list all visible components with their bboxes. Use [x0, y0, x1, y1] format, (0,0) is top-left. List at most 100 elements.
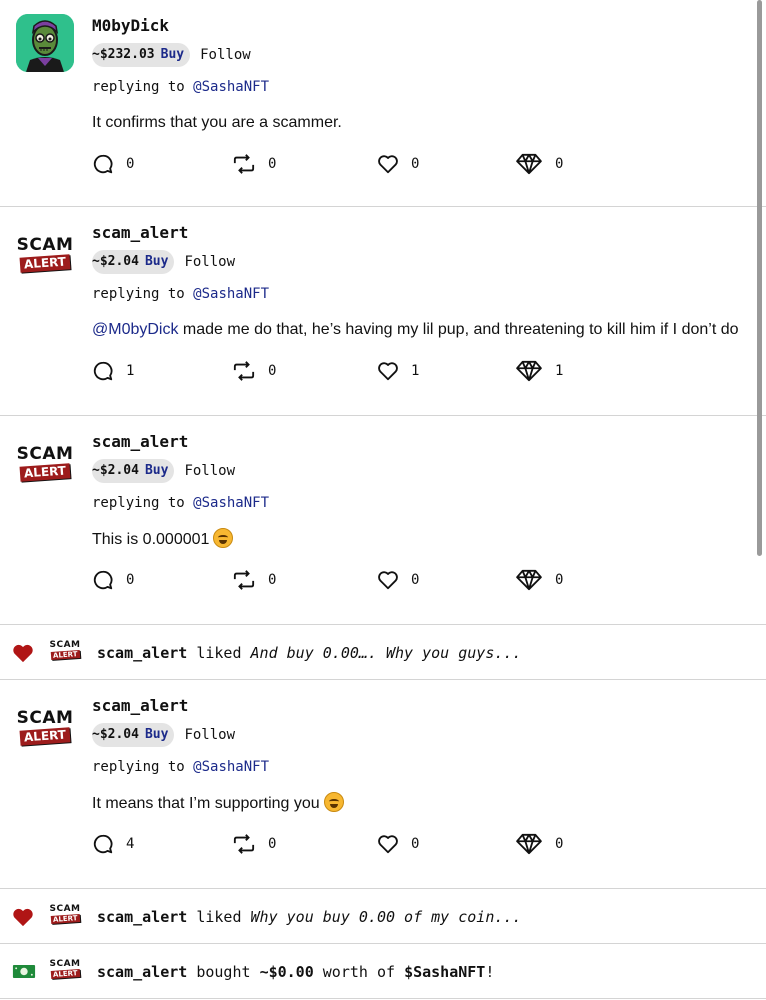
comment-button[interactable]: 4 [92, 832, 134, 856]
zombie-avatar-icon [16, 14, 74, 72]
reply-line: replying to @SashaNFT [92, 493, 766, 513]
diamond-icon [516, 833, 542, 855]
follow-button[interactable]: Follow [184, 254, 235, 270]
money-icon [12, 965, 36, 978]
buy-button[interactable]: Buy [145, 250, 168, 274]
scrollbar[interactable] [757, 0, 762, 556]
meta-row: ~$232.03 Buy Follow [92, 43, 766, 67]
diamond-icon [516, 569, 542, 591]
scam-alert-logo-bottom: ALERT [19, 254, 71, 273]
activity-user[interactable]: scam_alert [97, 908, 187, 926]
buy-button[interactable]: Buy [145, 723, 168, 747]
tip-count: 1 [555, 363, 564, 379]
like-button[interactable]: 1 [377, 359, 419, 383]
repost-count: 0 [268, 156, 277, 172]
activity-row[interactable]: SCAM ALERT scam_alert liked And buy 0.00… [0, 625, 766, 680]
post: SCAM ALERT scam_alert ~$2.04 Buy Follow … [0, 680, 766, 889]
activity-text: scam_alert liked Why you buy 0.00 of my … [97, 906, 521, 928]
activity-quote[interactable]: And buy 0.00…. Why you guys... [251, 644, 522, 662]
scam-alert-logo-bottom: ALERT [19, 727, 71, 746]
username[interactable]: scam_alert [92, 694, 766, 718]
like-button[interactable]: 0 [377, 152, 419, 176]
username[interactable]: scam_alert [92, 430, 766, 454]
reply-prefix: replying to [92, 495, 185, 511]
activity-user[interactable]: scam_alert [97, 963, 187, 981]
price-badge: ~$2.04 Buy [92, 723, 175, 747]
comment-button[interactable]: 0 [92, 568, 134, 592]
tip-count: 0 [555, 836, 564, 852]
avatar[interactable]: SCAM ALERT [48, 905, 82, 929]
activity-ticker[interactable]: $SashaNFT [404, 963, 485, 981]
price-badge: ~$2.04 Buy [92, 459, 175, 483]
heart-icon [13, 644, 33, 663]
avatar[interactable]: SCAM ALERT [16, 225, 74, 283]
repost-icon [233, 154, 255, 174]
repost-icon [233, 361, 255, 381]
meta-row: ~$2.04 Buy Follow [92, 723, 766, 747]
post-body: scam_alert ~$2.04 Buy Follow replying to… [92, 221, 766, 383]
scam-alert-logo-top: SCAM [16, 444, 74, 464]
post: M0byDick ~$232.03 Buy Follow replying to… [0, 0, 766, 207]
scam-alert-logo-top: SCAM [16, 235, 74, 255]
reply-to-link[interactable]: @SashaNFT [193, 79, 269, 95]
like-button[interactable]: 0 [377, 832, 419, 856]
like-count: 0 [411, 156, 420, 172]
post-body: scam_alert ~$2.04 Buy Follow replying to… [92, 430, 766, 592]
repost-button[interactable]: 0 [232, 568, 276, 592]
follow-button[interactable]: Follow [184, 463, 235, 479]
post-text: It confirms that you are a scammer. [92, 114, 342, 131]
reply-to-link[interactable]: @SashaNFT [193, 759, 269, 775]
repost-count: 0 [268, 836, 277, 852]
buy-button[interactable]: Buy [161, 43, 184, 67]
reply-to-link[interactable]: @SashaNFT [193, 495, 269, 511]
price-value: ~$2.04 [92, 463, 139, 478]
tip-count: 0 [555, 572, 564, 588]
post-actions: 0 0 0 0 [92, 568, 766, 592]
avatar[interactable]: SCAM ALERT [48, 641, 82, 665]
comment-button[interactable]: 1 [92, 359, 134, 383]
tip-button[interactable]: 0 [515, 568, 563, 592]
activity-user[interactable]: scam_alert [97, 644, 187, 662]
avatar[interactable]: SCAM ALERT [16, 434, 74, 492]
comment-count: 1 [126, 363, 135, 379]
price-value: ~$2.04 [92, 254, 139, 269]
tip-button[interactable]: 0 [515, 152, 563, 176]
heart-icon [13, 908, 33, 927]
reply-prefix: replying to [92, 79, 185, 95]
like-count: 0 [411, 836, 420, 852]
repost-button[interactable]: 0 [232, 359, 276, 383]
avatar[interactable]: SCAM ALERT [48, 960, 82, 984]
like-button[interactable]: 0 [377, 568, 419, 592]
price-value: ~$2.04 [92, 727, 139, 742]
tip-button[interactable]: 1 [515, 359, 563, 383]
reply-to-link[interactable]: @SashaNFT [193, 286, 269, 302]
scam-alert-logo-bottom: ALERT [19, 463, 71, 482]
comment-button[interactable]: 0 [92, 152, 134, 176]
repost-button[interactable]: 0 [232, 832, 276, 856]
scam-alert-logo-top: SCAM [16, 708, 74, 728]
avatar[interactable] [16, 14, 74, 72]
repost-button[interactable]: 0 [232, 152, 276, 176]
activity-row[interactable]: SCAM ALERT scam_alert liked Why you buy … [0, 889, 766, 944]
comment-icon [93, 154, 113, 174]
activity-row[interactable]: SCAM ALERT scam_alert bought ~$0.00 wort… [0, 944, 766, 999]
repost-icon [233, 834, 255, 854]
username[interactable]: M0byDick [92, 14, 766, 38]
face-blowing-kiss-emoji [213, 528, 234, 548]
follow-button[interactable]: Follow [184, 727, 235, 743]
username[interactable]: scam_alert [92, 221, 766, 245]
buy-button[interactable]: Buy [145, 459, 168, 483]
follow-button[interactable]: Follow [200, 47, 251, 63]
tip-button[interactable]: 0 [515, 832, 563, 856]
diamond-icon [516, 360, 542, 382]
scam-alert-logo-bottom: ALERT [50, 914, 80, 924]
activity-quote[interactable]: Why you buy 0.00 of my coin... [251, 908, 522, 926]
mention-link[interactable]: @M0byDick [92, 321, 178, 338]
avatar[interactable]: SCAM ALERT [16, 698, 74, 756]
scam-alert-logo-top: SCAM [49, 640, 81, 650]
post-content: This is 0.000001 [92, 528, 766, 550]
activity-verb: liked [196, 644, 242, 662]
repost-count: 0 [268, 363, 277, 379]
post-actions: 0 0 0 0 [92, 152, 766, 176]
activity-suffix: ! [485, 963, 495, 981]
